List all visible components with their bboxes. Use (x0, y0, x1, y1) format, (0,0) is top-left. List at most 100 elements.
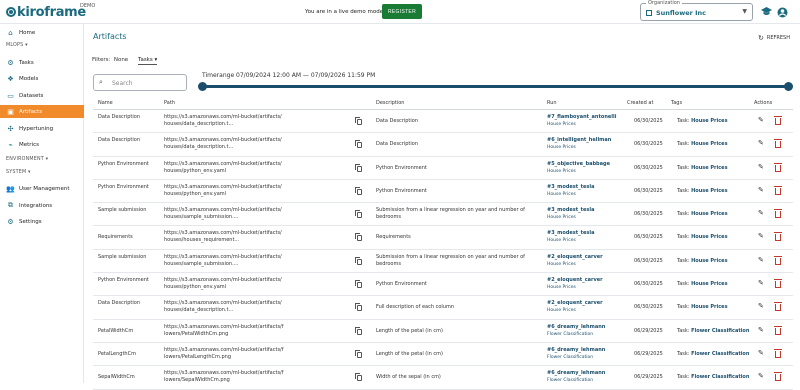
column-header-created-at[interactable]: Created at (627, 100, 653, 106)
account-icon[interactable] (776, 6, 788, 18)
run-link[interactable]: #5_objective_babbage (547, 161, 622, 168)
copy-icon[interactable] (355, 303, 363, 312)
run-link[interactable]: #7_flamboyant_antonelli (547, 114, 622, 121)
column-header-description[interactable]: Description (376, 100, 404, 106)
trash-icon[interactable] (774, 185, 783, 195)
task-link[interactable]: Flower Classification (547, 331, 622, 338)
copy-icon[interactable] (355, 210, 363, 219)
pencil-icon[interactable]: ✎ (758, 303, 766, 311)
search-field[interactable]: ⌕ (93, 74, 187, 91)
column-header-path[interactable]: Path (164, 100, 175, 106)
task-link[interactable]: House Prices (547, 191, 622, 198)
register-button[interactable]: REGISTER (382, 4, 422, 19)
tasks-filter-dropdown[interactable]: Tasks ▾ (138, 57, 158, 65)
task-link[interactable]: House Prices (547, 284, 622, 291)
pencil-icon[interactable]: ✎ (758, 373, 766, 381)
run-link[interactable]: #6_dreamy_lehmann (547, 370, 622, 377)
copy-icon[interactable] (355, 326, 363, 336)
pencil-icon[interactable]: ✎ (758, 326, 766, 335)
tag-chip: Task: House Prices (677, 141, 728, 148)
artifact-path: https://s3.amazonaws.com/ml-bucket/artif… (164, 137, 282, 151)
refresh-button[interactable]: ↻ REFRESH (758, 34, 790, 42)
column-header-run[interactable]: Run (547, 100, 557, 106)
column-header-name[interactable]: Name (98, 100, 113, 106)
column-header-tags[interactable]: Tags (671, 100, 682, 106)
graduation-cap-icon[interactable] (760, 6, 772, 18)
copy-icon[interactable] (355, 349, 363, 359)
sidebar-section-system[interactable]: SYSTEM ▾ (6, 170, 31, 175)
pencil-icon[interactable]: ✎ (758, 256, 766, 265)
pencil-icon[interactable]: ✎ (758, 117, 766, 125)
task-link[interactable]: House Prices (547, 261, 622, 268)
timerange-label: Timerange 07/09/2024 12:00 AM — 07/09/20… (202, 72, 376, 79)
sidebar-item-integrations[interactable]: ⧉ Integrations (0, 199, 84, 212)
logo[interactable]: kiroframe DEMO (6, 3, 95, 20)
sidebar-item-metrics[interactable]: ⌁ Metrics (0, 138, 84, 151)
task-link[interactable]: House Prices (547, 144, 622, 151)
pencil-icon[interactable]: ✎ (758, 349, 766, 358)
copy-icon[interactable] (355, 163, 363, 173)
search-input[interactable] (112, 78, 182, 88)
run-link[interactable]: #6_dreamy_lehmann (547, 347, 622, 354)
run-link[interactable]: #2_eloquent_carver (547, 300, 622, 307)
run-link[interactable]: #2_eloquent_carver (547, 277, 622, 284)
run-link[interactable]: #3_modest_tesla (547, 184, 622, 191)
pencil-icon[interactable]: ✎ (758, 186, 766, 195)
sidebar-item-label: Home (19, 29, 36, 36)
pencil-icon[interactable]: ✎ (758, 233, 766, 241)
trash-icon[interactable] (774, 116, 783, 125)
task-link[interactable]: House Prices (547, 121, 622, 128)
trash-icon[interactable] (774, 348, 783, 358)
task-link[interactable]: House Prices (547, 214, 622, 221)
artifact-name: Python Environment (98, 277, 149, 284)
trash-icon[interactable] (774, 255, 783, 265)
sidebar-item-hypertuning[interactable]: ✣ Hypertuning (0, 122, 84, 135)
slider-start-handle[interactable] (198, 82, 207, 91)
copy-icon[interactable] (355, 373, 363, 382)
task-link[interactable]: House Prices (547, 168, 622, 175)
sidebar-item-settings[interactable]: ⚙ Settings (0, 215, 84, 228)
run-link[interactable]: #6_dreamy_lehmann (547, 324, 622, 331)
pencil-icon[interactable]: ✎ (758, 163, 766, 172)
slider-end-handle[interactable] (784, 82, 793, 91)
copy-icon[interactable] (355, 186, 363, 196)
sidebar-item-datasets[interactable]: ▭ Datasets (0, 89, 84, 102)
sidebar-section-mlops[interactable]: MLOPS ▾ (6, 43, 28, 48)
copy-icon[interactable] (355, 117, 363, 126)
trash-icon[interactable] (774, 139, 783, 149)
sidebar-section-environment[interactable]: ENVIRONMENT ▾ (6, 157, 48, 162)
sidebar-item-models[interactable]: ❖ Models (0, 72, 84, 85)
task-link[interactable]: House Prices (547, 237, 622, 244)
trash-icon[interactable] (774, 279, 783, 289)
sidebar-item-home[interactable]: ⌂ Home (0, 26, 84, 39)
sidebar-item-user-management[interactable]: 👥 User Management (0, 182, 84, 195)
trash-icon[interactable] (774, 209, 783, 219)
artifact-path: https://s3.amazonaws.com/ml-bucket/artif… (164, 370, 284, 384)
copy-icon[interactable] (355, 280, 363, 289)
artifact-name: Requirements (98, 234, 133, 241)
sidebar-item-artifacts[interactable]: ▣ Artifacts (0, 105, 84, 118)
run-link[interactable]: #6_intelligent_hellman (547, 137, 622, 144)
run-link[interactable]: #3_modest_tesla (547, 230, 622, 237)
organization-select[interactable]: Organization Sunflower Inc ▼ (640, 0, 753, 21)
trash-icon[interactable] (774, 232, 783, 242)
trash-icon[interactable] (774, 302, 783, 312)
pencil-icon[interactable]: ✎ (758, 280, 766, 288)
copy-icon[interactable] (355, 256, 363, 266)
trash-icon[interactable] (774, 162, 783, 172)
timerange-slider[interactable] (198, 82, 793, 91)
copy-icon[interactable] (355, 140, 363, 149)
pencil-icon[interactable]: ✎ (758, 140, 766, 148)
run-link[interactable]: #3_modest_tesla (547, 207, 622, 214)
sidebar-item-tasks[interactable]: ⚙ Tasks (0, 56, 84, 69)
run-link[interactable]: #2_eloquent_carver (547, 254, 622, 261)
pencil-icon[interactable]: ✎ (758, 210, 766, 218)
page-title: Artifacts (93, 32, 127, 41)
copy-icon[interactable] (355, 233, 363, 242)
task-link[interactable]: Flower Classification (547, 377, 622, 384)
task-link[interactable]: Flower Classification (547, 354, 622, 361)
artifact-path: https://s3.amazonaws.com/ml-bucket/artif… (164, 230, 282, 244)
task-link[interactable]: House Prices (547, 307, 622, 314)
trash-icon[interactable] (774, 325, 783, 335)
trash-icon[interactable] (774, 372, 783, 382)
